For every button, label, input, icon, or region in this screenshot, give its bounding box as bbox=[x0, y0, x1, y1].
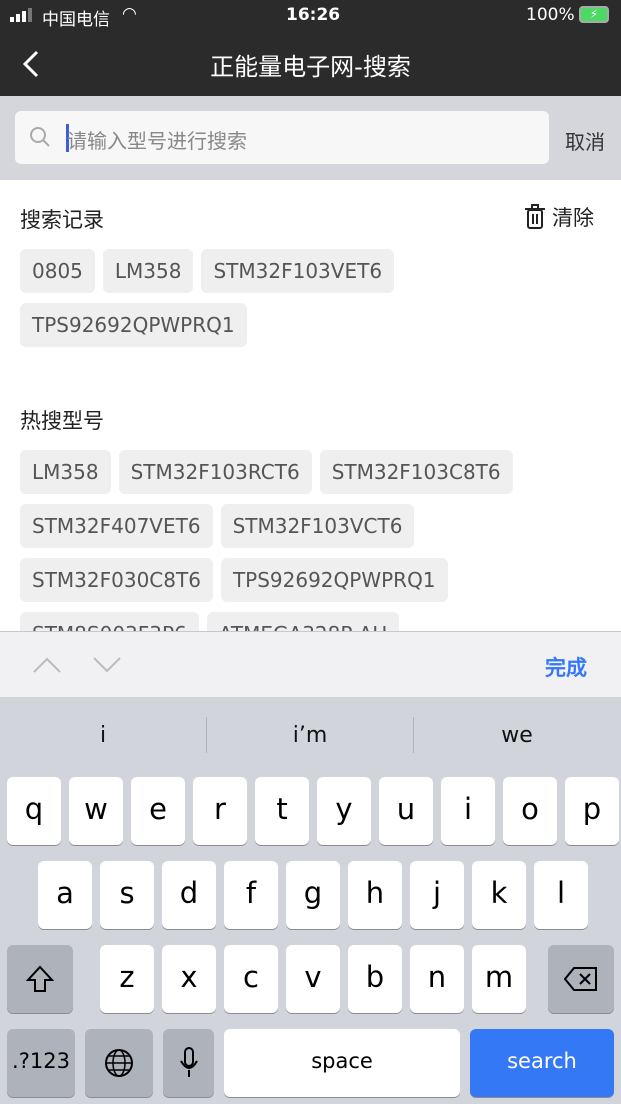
search-content: 搜索记录 清除 0805 LM358 STM32F103VET6 TPS9269… bbox=[0, 180, 621, 631]
done-button[interactable]: 完成 bbox=[545, 652, 587, 682]
key-m[interactable]: m bbox=[472, 945, 526, 1013]
clear-label: 清除 bbox=[552, 206, 594, 230]
key-s[interactable]: s bbox=[100, 861, 154, 929]
key-e[interactable]: e bbox=[131, 777, 185, 845]
dictation-key[interactable] bbox=[163, 1029, 214, 1097]
search-bar: 请输入型号进行搜索 取消 bbox=[0, 96, 621, 180]
search-icon bbox=[30, 127, 50, 147]
shift-icon bbox=[25, 965, 55, 992]
key-y[interactable]: y bbox=[317, 777, 371, 845]
status-bar: 中国电信 ◠ 16:26 100% ⚡ bbox=[0, 0, 621, 30]
microphone-icon bbox=[179, 1047, 198, 1077]
keyboard-accessory-bar: 完成 bbox=[0, 631, 621, 697]
history-chip[interactable]: LM358 bbox=[102, 249, 194, 293]
key-a[interactable]: a bbox=[38, 861, 92, 929]
search-placeholder: 请输入型号进行搜索 bbox=[67, 129, 247, 153]
previous-field-icon[interactable] bbox=[32, 656, 62, 674]
key-z[interactable]: z bbox=[100, 945, 154, 1013]
key-d[interactable]: d bbox=[162, 861, 216, 929]
search-key[interactable]: search bbox=[470, 1029, 614, 1097]
backspace-key[interactable] bbox=[548, 945, 614, 1013]
globe-key[interactable] bbox=[85, 1029, 153, 1097]
key-k[interactable]: k bbox=[472, 861, 526, 929]
key-g[interactable]: g bbox=[286, 861, 340, 929]
key-l[interactable]: l bbox=[534, 861, 588, 929]
key-row-3: zxcvbnm bbox=[0, 945, 621, 1013]
hot-chip[interactable]: TPS92692QPWPRQ1 bbox=[220, 558, 448, 602]
next-field-icon[interactable] bbox=[92, 656, 122, 674]
hot-chip[interactable]: STM8S003F3P6 bbox=[20, 612, 199, 631]
key-u[interactable]: u bbox=[379, 777, 433, 845]
key-o[interactable]: o bbox=[503, 777, 557, 845]
suggestion[interactable]: i bbox=[0, 715, 206, 760]
suggestion[interactable]: i’m bbox=[207, 715, 413, 760]
hot-chip[interactable]: LM358 bbox=[20, 450, 111, 494]
space-key[interactable]: space bbox=[224, 1029, 460, 1097]
carrier: 中国电信 bbox=[42, 10, 110, 30]
key-f[interactable]: f bbox=[224, 861, 278, 929]
key-w[interactable]: w bbox=[69, 777, 123, 845]
key-b[interactable]: b bbox=[348, 945, 402, 1013]
shift-key[interactable] bbox=[7, 945, 73, 1013]
key-h[interactable]: h bbox=[348, 861, 402, 929]
hot-chip[interactable]: STM32F103RCT6 bbox=[118, 450, 312, 494]
battery-charging-icon: ⚡ bbox=[579, 6, 609, 23]
wifi-icon: ◠ bbox=[122, 4, 137, 24]
key-r[interactable]: r bbox=[193, 777, 247, 845]
key-i[interactable]: i bbox=[441, 777, 495, 845]
page-title: 正能量电子网-搜索 bbox=[210, 53, 411, 81]
nav-bar: 正能量电子网-搜索 bbox=[0, 30, 621, 96]
time: 16:26 bbox=[286, 5, 341, 25]
signal-icon bbox=[10, 8, 32, 22]
hot-chip[interactable]: STM32F030C8T6 bbox=[20, 558, 213, 602]
hot-title: 热搜型号 bbox=[20, 409, 104, 433]
hot-list: LM358 STM32F103RCT6 STM32F103C8T6 STM32F… bbox=[20, 450, 610, 631]
numbers-key[interactable]: .?123 bbox=[7, 1029, 75, 1097]
key-row-2: asdfghjkl bbox=[0, 861, 621, 929]
hot-chip[interactable]: STM32F407VET6 bbox=[20, 504, 213, 548]
key-n[interactable]: n bbox=[410, 945, 464, 1013]
cancel-button[interactable]: 取消 bbox=[565, 126, 605, 155]
key-p[interactable]: p bbox=[565, 777, 619, 845]
key-t[interactable]: t bbox=[255, 777, 309, 845]
hot-chip[interactable]: STM32F103VCT6 bbox=[220, 504, 415, 548]
search-input[interactable]: 请输入型号进行搜索 bbox=[15, 111, 549, 164]
history-chip[interactable]: STM32F103VET6 bbox=[201, 249, 395, 293]
trash-icon bbox=[525, 204, 545, 229]
backspace-icon bbox=[563, 967, 597, 991]
globe-icon bbox=[105, 1049, 133, 1077]
key-v[interactable]: v bbox=[286, 945, 340, 1013]
suggestion[interactable]: we bbox=[414, 715, 620, 760]
key-c[interactable]: c bbox=[224, 945, 278, 1013]
history-chip[interactable]: 0805 bbox=[20, 249, 95, 293]
key-row-4: .?123 space search bbox=[0, 1029, 621, 1097]
battery-percent: 100% bbox=[526, 5, 575, 25]
key-x[interactable]: x bbox=[162, 945, 216, 1013]
key-j[interactable]: j bbox=[410, 861, 464, 929]
hot-chip[interactable]: STM32F103C8T6 bbox=[319, 450, 513, 494]
hot-chip[interactable]: ATMEGA328P-AU bbox=[206, 612, 400, 631]
key-row-1: qwertyuiop bbox=[0, 777, 621, 845]
key-q[interactable]: q bbox=[7, 777, 61, 845]
history-title: 搜索记录 bbox=[20, 208, 104, 232]
history-list: 0805 LM358 STM32F103VET6 TPS92692QPWPRQ1 bbox=[20, 249, 610, 357]
keyboard: i i’m we qwertyuiop asdfghjkl zxcvbnm .?… bbox=[0, 697, 621, 1104]
history-chip[interactable]: TPS92692QPWPRQ1 bbox=[20, 303, 247, 347]
clear-history-button[interactable]: 清除 bbox=[524, 202, 594, 232]
